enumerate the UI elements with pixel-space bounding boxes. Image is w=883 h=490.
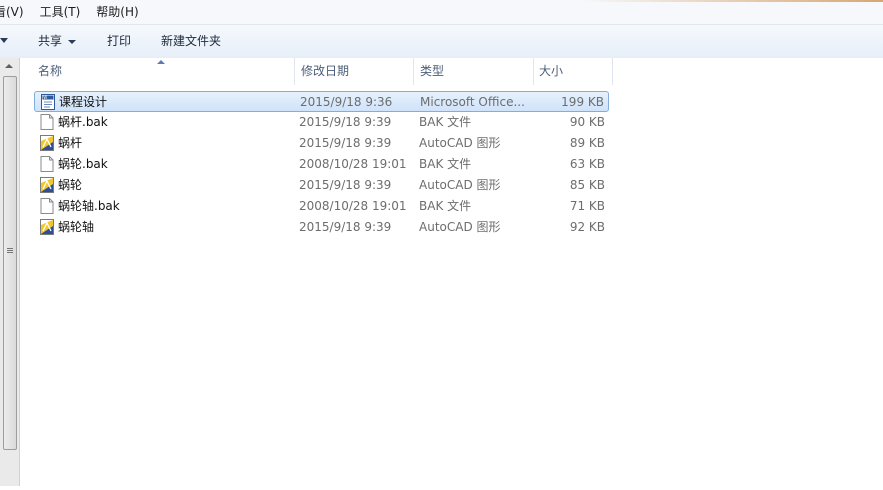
blank-file-icon xyxy=(40,156,54,172)
file-size: 63 KB xyxy=(569,157,605,171)
word-document-icon: W xyxy=(41,94,55,110)
file-modified: 2015/9/18 9:39 xyxy=(299,136,392,150)
autocad-drawing-icon xyxy=(40,177,54,193)
file-name: 课程设计 xyxy=(59,95,108,109)
vertical-scrollbar[interactable] xyxy=(0,58,20,486)
menu-help[interactable]: 帮助(H) xyxy=(88,0,146,24)
window-frame-accent xyxy=(583,0,883,2)
file-modified: 2008/10/28 19:01 xyxy=(299,157,407,171)
file-row[interactable]: 蜗杆.bak 2015/9/18 9:39 BAK 文件 90 KB xyxy=(34,112,609,133)
file-size: 85 KB xyxy=(569,178,605,192)
column-header-name[interactable]: 名称 xyxy=(32,58,294,85)
grip-line xyxy=(7,250,13,251)
file-name: 蜗轮轴 xyxy=(58,220,95,234)
new-folder-button[interactable]: 新建文件夹 xyxy=(161,25,221,58)
file-size: 90 KB xyxy=(569,115,605,129)
file-modified: 2015/9/18 9:39 xyxy=(299,178,392,192)
blank-file-icon xyxy=(40,198,54,214)
file-type: AutoCAD 图形 xyxy=(419,136,501,150)
share-button[interactable]: 共享 xyxy=(38,25,77,58)
grip-line xyxy=(7,248,13,249)
file-name: 蜗杆.bak xyxy=(58,115,108,129)
file-modified: 2015/9/18 9:39 xyxy=(299,115,392,129)
file-modified: 2015/9/18 9:39 xyxy=(299,220,392,234)
file-row[interactable]: W 课程设计 2015/9/18 9:36 Microsoft Office..… xyxy=(34,91,609,112)
column-headers: 名称 修改日期 类型 大小 xyxy=(20,58,883,85)
file-row[interactable]: 蜗轮 2015/9/18 9:39 AutoCAD 图形 85 KB xyxy=(34,175,609,196)
scrollbar-thumb[interactable] xyxy=(3,76,17,450)
file-type: BAK 文件 xyxy=(419,199,472,213)
file-name: 蜗轮.bak xyxy=(58,157,108,171)
organize-dropdown-arrow-icon[interactable] xyxy=(0,38,8,43)
file-size: 71 KB xyxy=(569,199,605,213)
blank-file-icon xyxy=(40,114,54,130)
scroll-up-arrow-icon[interactable] xyxy=(5,64,13,68)
file-size: 92 KB xyxy=(569,220,605,234)
file-row[interactable]: 蜗杆 2015/9/18 9:39 AutoCAD 图形 89 KB xyxy=(34,133,609,154)
column-header-size[interactable]: 大小 xyxy=(533,58,613,85)
autocad-drawing-icon xyxy=(40,135,54,151)
svg-text:W: W xyxy=(43,95,47,100)
share-button-label: 共享 xyxy=(38,34,63,48)
print-button[interactable]: 打印 xyxy=(107,25,131,58)
column-header-type[interactable]: 类型 xyxy=(413,58,533,85)
file-name: 蜗轮轴.bak xyxy=(58,199,120,213)
file-type: AutoCAD 图形 xyxy=(419,178,501,192)
column-header-modified[interactable]: 修改日期 xyxy=(294,58,413,85)
autocad-drawing-icon xyxy=(40,219,54,235)
menu-view[interactable]: 看(V) xyxy=(0,0,32,24)
menu-bar: 看(V) 工具(T) 帮助(H) xyxy=(0,0,883,25)
file-name: 蜗轮 xyxy=(58,178,83,192)
file-type: BAK 文件 xyxy=(419,115,472,129)
file-row[interactable]: 蜗轮轴.bak 2008/10/28 19:01 BAK 文件 71 KB xyxy=(34,196,609,217)
file-size: 89 KB xyxy=(569,136,605,150)
file-size: 199 KB xyxy=(561,95,604,109)
chevron-down-icon xyxy=(68,39,77,44)
file-name: 蜗杆 xyxy=(58,136,83,150)
menu-tools[interactable]: 工具(T) xyxy=(32,0,89,24)
file-modified: 2015/9/18 9:36 xyxy=(300,95,393,109)
file-type: BAK 文件 xyxy=(419,157,472,171)
file-type: AutoCAD 图形 xyxy=(419,220,501,234)
file-modified: 2008/10/28 19:01 xyxy=(299,199,407,213)
file-row[interactable]: 蜗轮.bak 2008/10/28 19:01 BAK 文件 63 KB xyxy=(34,154,609,175)
grip-line xyxy=(7,252,13,253)
command-bar: 共享 打印 新建文件夹 xyxy=(0,25,883,59)
file-type: Microsoft Office... xyxy=(420,95,525,109)
file-row[interactable]: 蜗轮轴 2015/9/18 9:39 AutoCAD 图形 92 KB xyxy=(34,217,609,238)
